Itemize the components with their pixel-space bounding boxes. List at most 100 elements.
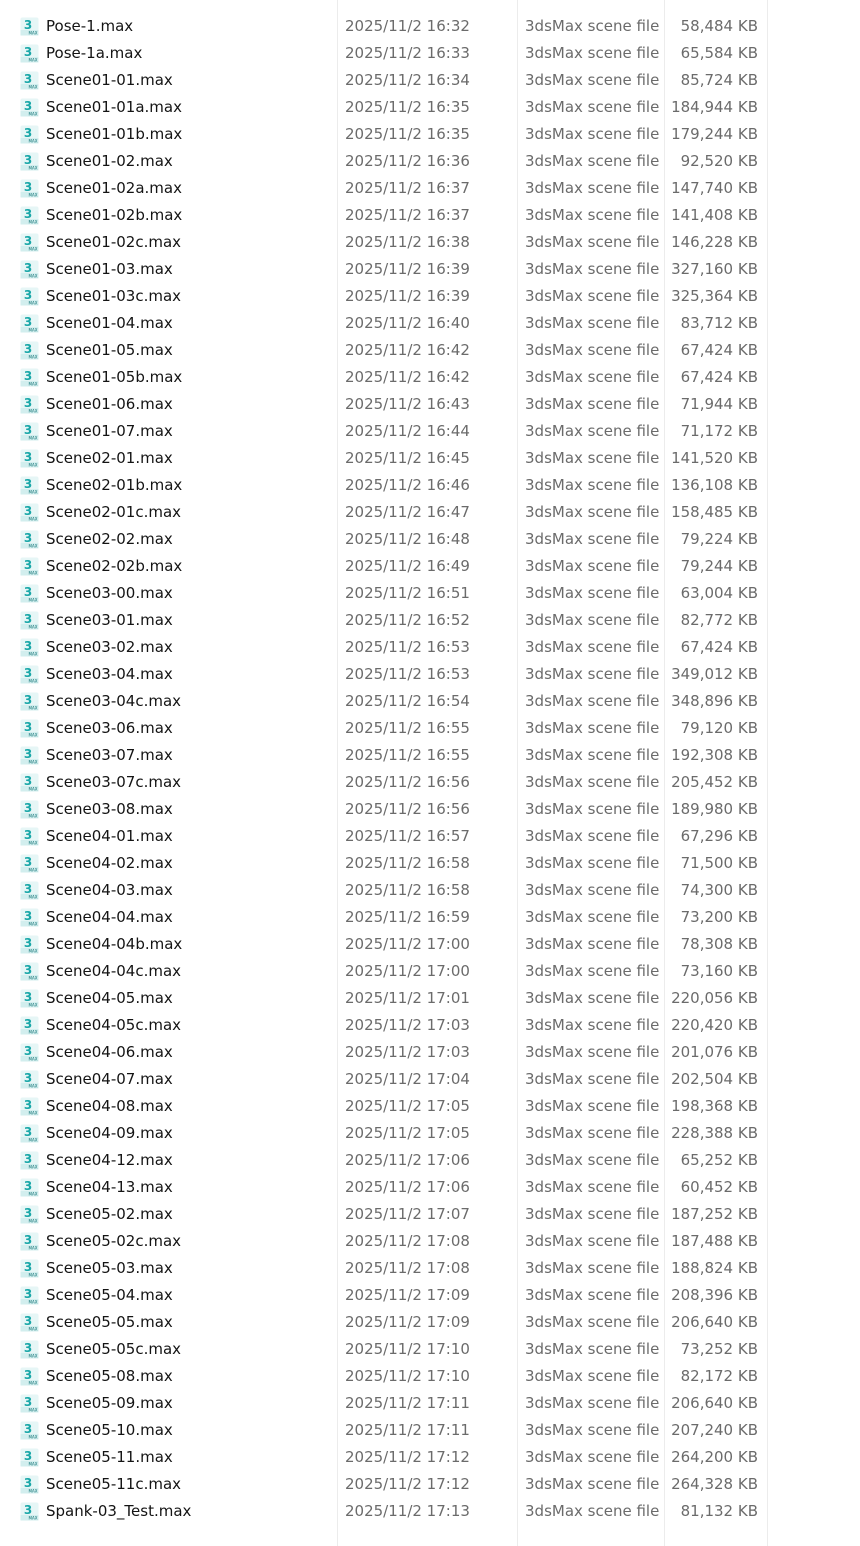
3dsmax-file-icon: 3 MAX	[20, 1502, 39, 1521]
file-size: 79,120 KB	[680, 719, 758, 737]
file-row[interactable]: 3 MAX Scene01-01b.max 2025/11/2 16:35 3d…	[0, 121, 860, 148]
file-type: 3dsMax scene file	[525, 1475, 660, 1493]
file-type: 3dsMax scene file	[525, 71, 660, 89]
file-row[interactable]: 3 MAX Scene04-06.max 2025/11/2 17:03 3ds…	[0, 1039, 860, 1066]
file-row[interactable]: 3 MAX Scene04-05c.max 2025/11/2 17:03 3d…	[0, 1012, 860, 1039]
file-row[interactable]: 3 MAX Scene05-05.max 2025/11/2 17:09 3ds…	[0, 1309, 860, 1336]
file-date-modified: 2025/11/2 16:54	[345, 692, 470, 710]
file-date-modified: 2025/11/2 16:33	[345, 44, 470, 62]
file-size: 327,160 KB	[671, 260, 758, 278]
file-row[interactable]: 3 MAX Scene03-02.max 2025/11/2 16:53 3ds…	[0, 634, 860, 661]
file-row[interactable]: 3 MAX Scene01-06.max 2025/11/2 16:43 3ds…	[0, 391, 860, 418]
file-row[interactable]: 3 MAX Scene05-10.max 2025/11/2 17:11 3ds…	[0, 1417, 860, 1444]
file-row[interactable]: 3 MAX Scene05-11c.max 2025/11/2 17:12 3d…	[0, 1471, 860, 1498]
file-row[interactable]: 3 MAX Scene01-02.max 2025/11/2 16:36 3ds…	[0, 148, 860, 175]
file-row[interactable]: 3 MAX Pose-1.max 2025/11/2 16:32 3dsMax …	[0, 13, 860, 40]
file-row[interactable]: 3 MAX Scene01-03c.max 2025/11/2 16:39 3d…	[0, 283, 860, 310]
file-name: Scene01-01a.max	[46, 98, 182, 116]
file-name: Pose-1.max	[46, 17, 134, 35]
file-row[interactable]: 3 MAX Scene01-05.max 2025/11/2 16:42 3ds…	[0, 337, 860, 364]
file-row[interactable]: 3 MAX Scene03-08.max 2025/11/2 16:56 3ds…	[0, 796, 860, 823]
file-row[interactable]: 3 MAX Pose-1a.max 2025/11/2 16:33 3dsMax…	[0, 40, 860, 67]
file-type: 3dsMax scene file	[525, 503, 660, 521]
file-row[interactable]: 3 MAX Scene01-03.max 2025/11/2 16:39 3ds…	[0, 256, 860, 283]
3dsmax-file-icon: 3 MAX	[20, 233, 39, 252]
file-name: Scene04-04b.max	[46, 935, 183, 953]
file-row[interactable]: 3 MAX Scene01-07.max 2025/11/2 16:44 3ds…	[0, 418, 860, 445]
file-name: Scene01-02b.max	[46, 206, 183, 224]
file-row[interactable]: 3 MAX Scene01-02c.max 2025/11/2 16:38 3d…	[0, 229, 860, 256]
file-name: Scene03-08.max	[46, 800, 173, 818]
file-type: 3dsMax scene file	[525, 1394, 660, 1412]
file-row[interactable]: 3 MAX Scene01-01.max 2025/11/2 16:34 3ds…	[0, 67, 860, 94]
file-date-modified: 2025/11/2 16:37	[345, 179, 470, 197]
file-date-modified: 2025/11/2 17:01	[345, 989, 470, 1007]
file-row[interactable]: 3 MAX Scene05-04.max 2025/11/2 17:09 3ds…	[0, 1282, 860, 1309]
file-type: 3dsMax scene file	[525, 476, 660, 494]
file-row[interactable]: 3 MAX Scene03-04.max 2025/11/2 16:53 3ds…	[0, 661, 860, 688]
file-row[interactable]: 3 MAX Scene02-01b.max 2025/11/2 16:46 3d…	[0, 472, 860, 499]
3dsmax-file-icon: 3 MAX	[20, 1475, 39, 1494]
file-size: 83,712 KB	[680, 314, 758, 332]
file-name: Scene05-09.max	[46, 1394, 173, 1412]
file-type: 3dsMax scene file	[525, 449, 660, 467]
file-size: 73,160 KB	[680, 962, 758, 980]
file-date-modified: 2025/11/2 17:11	[345, 1421, 470, 1439]
file-row[interactable]: 3 MAX Scene01-02b.max 2025/11/2 16:37 3d…	[0, 202, 860, 229]
svg-text:MAX: MAX	[29, 598, 38, 603]
file-row[interactable]: 3 MAX Scene01-04.max 2025/11/2 16:40 3ds…	[0, 310, 860, 337]
file-row[interactable]: 3 MAX Scene03-07c.max 2025/11/2 16:56 3d…	[0, 769, 860, 796]
file-row[interactable]: 3 MAX Scene04-07.max 2025/11/2 17:04 3ds…	[0, 1066, 860, 1093]
file-row[interactable]: 3 MAX Scene02-02.max 2025/11/2 16:48 3ds…	[0, 526, 860, 553]
file-row[interactable]: 3 MAX Scene04-12.max 2025/11/2 17:06 3ds…	[0, 1147, 860, 1174]
file-type: 3dsMax scene file	[525, 665, 660, 683]
file-row[interactable]: 3 MAX Scene01-02a.max 2025/11/2 16:37 3d…	[0, 175, 860, 202]
file-row[interactable]: 3 MAX Scene03-00.max 2025/11/2 16:51 3ds…	[0, 580, 860, 607]
file-row[interactable]: 3 MAX Scene05-09.max 2025/11/2 17:11 3ds…	[0, 1390, 860, 1417]
file-row[interactable]: 3 MAX Scene05-03.max 2025/11/2 17:08 3ds…	[0, 1255, 860, 1282]
file-type: 3dsMax scene file	[525, 395, 660, 413]
file-type: 3dsMax scene file	[525, 341, 660, 359]
file-row[interactable]: 3 MAX Scene05-02c.max 2025/11/2 17:08 3d…	[0, 1228, 860, 1255]
file-size: 202,504 KB	[671, 1070, 758, 1088]
file-row[interactable]: 3 MAX Scene04-05.max 2025/11/2 17:01 3ds…	[0, 985, 860, 1012]
file-row[interactable]: 3 MAX Scene04-08.max 2025/11/2 17:05 3ds…	[0, 1093, 860, 1120]
svg-text:MAX: MAX	[29, 544, 38, 549]
file-type: 3dsMax scene file	[525, 368, 660, 386]
svg-text:MAX: MAX	[29, 517, 38, 522]
file-row[interactable]: 3 MAX Scene04-03.max 2025/11/2 16:58 3ds…	[0, 877, 860, 904]
file-row[interactable]: 3 MAX Scene03-04c.max 2025/11/2 16:54 3d…	[0, 688, 860, 715]
file-row[interactable]: 3 MAX Scene04-04b.max 2025/11/2 17:00 3d…	[0, 931, 860, 958]
file-row[interactable]: 3 MAX Spank-03_Test.max 2025/11/2 17:13 …	[0, 1498, 860, 1525]
3dsmax-file-icon: 3 MAX	[20, 854, 39, 873]
file-size: 146,228 KB	[671, 233, 758, 251]
file-row[interactable]: 3 MAX Scene02-02b.max 2025/11/2 16:49 3d…	[0, 553, 860, 580]
file-row[interactable]: 3 MAX Scene04-01.max 2025/11/2 16:57 3ds…	[0, 823, 860, 850]
file-name: Scene01-06.max	[46, 395, 173, 413]
3dsmax-file-icon: 3 MAX	[20, 557, 39, 576]
file-row[interactable]: 3 MAX Scene05-02.max 2025/11/2 17:07 3ds…	[0, 1201, 860, 1228]
file-type: 3dsMax scene file	[525, 233, 660, 251]
svg-text:MAX: MAX	[29, 571, 38, 576]
file-row[interactable]: 3 MAX Scene03-06.max 2025/11/2 16:55 3ds…	[0, 715, 860, 742]
file-row[interactable]: 3 MAX Scene04-02.max 2025/11/2 16:58 3ds…	[0, 850, 860, 877]
file-name: Scene03-00.max	[46, 584, 173, 602]
file-row[interactable]: 3 MAX Scene02-01.max 2025/11/2 16:45 3ds…	[0, 445, 860, 472]
file-row[interactable]: 3 MAX Scene04-13.max 2025/11/2 17:06 3ds…	[0, 1174, 860, 1201]
file-row[interactable]: 3 MAX Scene04-04.max 2025/11/2 16:59 3ds…	[0, 904, 860, 931]
file-type: 3dsMax scene file	[525, 854, 660, 872]
file-size: 141,408 KB	[671, 206, 758, 224]
file-row[interactable]: 3 MAX Scene03-07.max 2025/11/2 16:55 3ds…	[0, 742, 860, 769]
file-row[interactable]: 3 MAX Scene04-04c.max 2025/11/2 17:00 3d…	[0, 958, 860, 985]
svg-text:MAX: MAX	[29, 355, 38, 360]
file-row[interactable]: 3 MAX Scene05-08.max 2025/11/2 17:10 3ds…	[0, 1363, 860, 1390]
svg-text:MAX: MAX	[29, 949, 38, 954]
file-row[interactable]: 3 MAX Scene02-01c.max 2025/11/2 16:47 3d…	[0, 499, 860, 526]
file-row[interactable]: 3 MAX Scene01-01a.max 2025/11/2 16:35 3d…	[0, 94, 860, 121]
file-date-modified: 2025/11/2 16:59	[345, 908, 470, 926]
file-row[interactable]: 3 MAX Scene05-05c.max 2025/11/2 17:10 3d…	[0, 1336, 860, 1363]
file-row[interactable]: 3 MAX Scene03-01.max 2025/11/2 16:52 3ds…	[0, 607, 860, 634]
file-row[interactable]: 3 MAX Scene05-11.max 2025/11/2 17:12 3ds…	[0, 1444, 860, 1471]
file-row[interactable]: 3 MAX Scene01-05b.max 2025/11/2 16:42 3d…	[0, 364, 860, 391]
file-row[interactable]: 3 MAX Scene04-09.max 2025/11/2 17:05 3ds…	[0, 1120, 860, 1147]
